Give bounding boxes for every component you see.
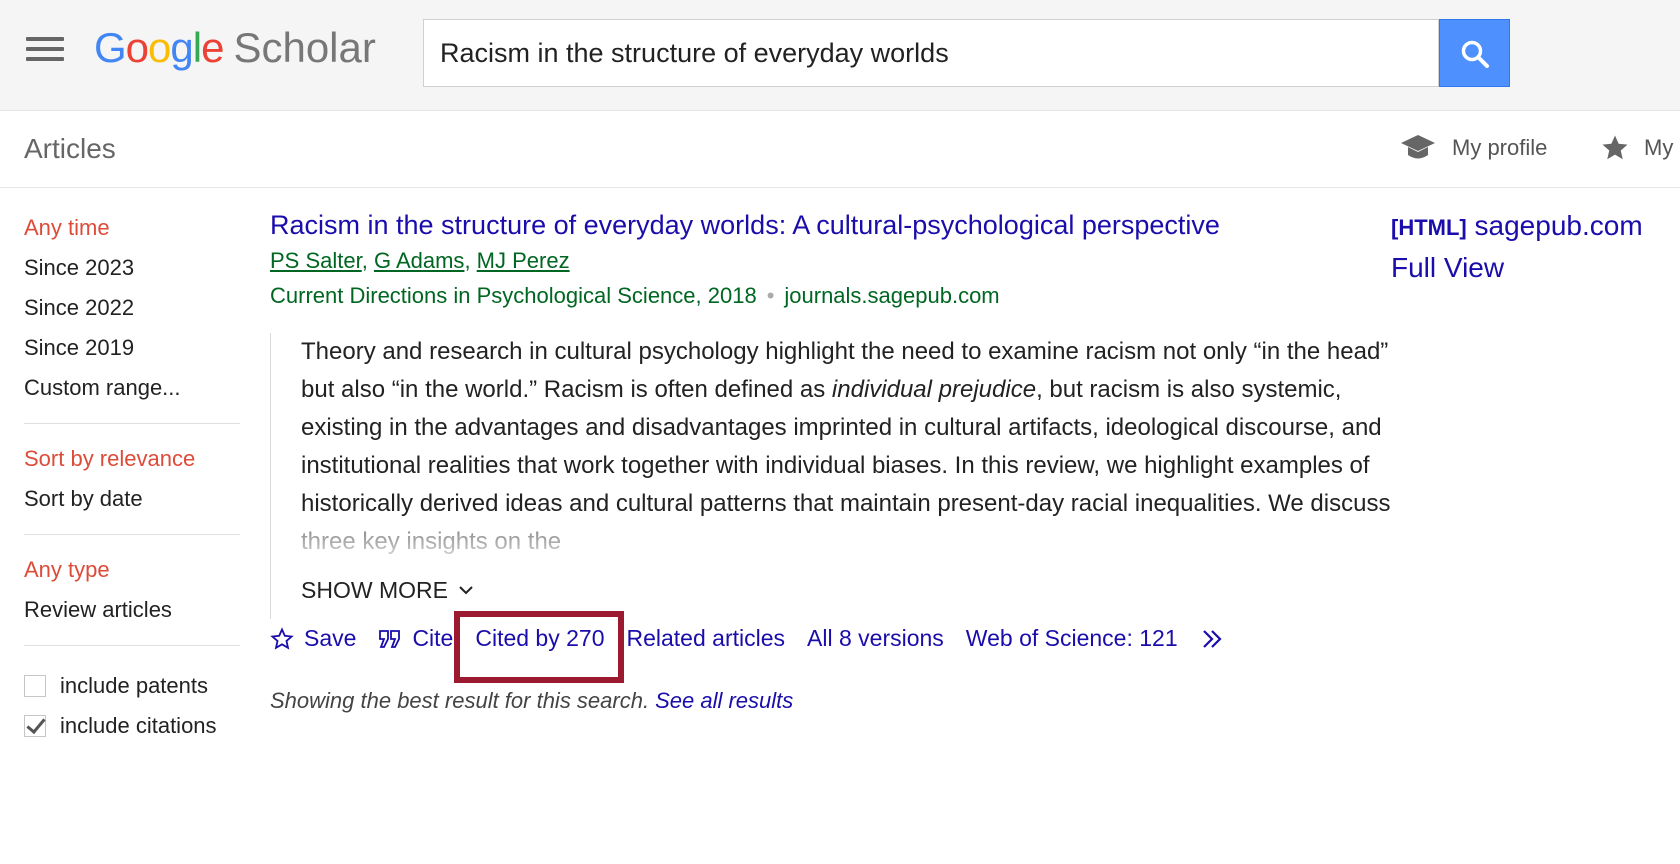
result-actions: Save Cite Cited by 270 Related articles … <box>270 611 1410 683</box>
best-result-text: Showing the best result for this search. <box>270 688 650 713</box>
related-articles-link[interactable]: Related articles <box>626 625 785 652</box>
header: Google Scholar Racism in the structure of… <box>0 0 1680 111</box>
filter-since-2023[interactable]: Since 2023 <box>24 253 240 293</box>
result-source: Current Directions in Psychological Scie… <box>270 283 1410 309</box>
save-label: Save <box>304 625 357 651</box>
divider <box>24 534 240 535</box>
include-citations-label: include citations <box>60 713 217 738</box>
abstract-emphasis: individual prejudice <box>831 376 1037 403</box>
include-citations-checkbox[interactable] <box>24 715 46 737</box>
search-input[interactable]: Racism in the structure of everyday worl… <box>423 19 1439 87</box>
best-result-note: Showing the best result for this search.… <box>270 688 1410 714</box>
filters-sidebar: Any time Since 2023 Since 2022 Since 201… <box>24 213 240 746</box>
more-actions-button[interactable] <box>1200 628 1238 650</box>
all-versions-link[interactable]: All 8 versions <box>807 625 944 652</box>
quote-icon <box>379 629 401 648</box>
my-library-link[interactable]: My <box>1600 131 1673 165</box>
show-more-button[interactable]: SHOW MORE <box>301 561 474 619</box>
graduation-cap-icon <box>1401 135 1435 159</box>
star-icon <box>1602 135 1628 160</box>
search-result: Racism in the structure of everyday worl… <box>270 210 1413 714</box>
chevron-down-icon <box>459 586 473 595</box>
result-title-link[interactable]: Racism in the structure of everyday worl… <box>270 210 1220 241</box>
separator-dot: • <box>766 283 775 308</box>
menu-icon[interactable] <box>26 37 64 67</box>
show-more-label: SHOW MORE <box>301 577 448 603</box>
include-patents-toggle[interactable]: include patents <box>24 666 240 706</box>
cite-button[interactable]: Cite <box>378 625 453 652</box>
search-icon <box>1461 40 1489 68</box>
filter-since-2022[interactable]: Since 2022 <box>24 293 240 333</box>
include-patents-label: include patents <box>60 673 208 698</box>
google-scholar-logo[interactable]: Google Scholar <box>94 24 376 72</box>
author-link[interactable]: MJ Perez <box>477 248 570 273</box>
sub-header-bar: Articles My profile My <box>0 111 1680 188</box>
include-patents-checkbox[interactable] <box>24 675 46 697</box>
filter-custom-range[interactable]: Custom range... <box>24 373 240 413</box>
highlight-box <box>454 611 625 683</box>
full-view-link[interactable]: Full View <box>1391 252 1680 284</box>
html-source-link[interactable]: [HTML] sagepub.com <box>1391 210 1680 242</box>
source-site: sagepub.com <box>1474 210 1643 241</box>
abstract-panel: Theory and research in cultural psycholo… <box>270 333 1413 619</box>
my-profile-link[interactable]: My profile <box>1400 131 1547 165</box>
result-venue: Current Directions in Psychological Scie… <box>270 283 757 308</box>
author-link[interactable]: G Adams <box>374 248 464 273</box>
abstract-text: Theory and research in cultural psycholo… <box>301 333 1413 561</box>
html-tag: [HTML] <box>1391 215 1467 240</box>
result-authors: PS Salter, G Adams, MJ Perez <box>270 248 570 273</box>
my-library-label: My <box>1644 135 1674 160</box>
author-link[interactable]: PS Salter <box>270 248 362 273</box>
see-all-results-link[interactable]: See all results <box>655 688 793 713</box>
filter-since-2019[interactable]: Since 2019 <box>24 333 240 373</box>
sort-by-relevance[interactable]: Sort by relevance <box>24 444 240 484</box>
divider <box>24 423 240 424</box>
full-text-links: [HTML] sagepub.com Full View <box>1391 210 1680 284</box>
save-button[interactable]: Save <box>270 625 356 652</box>
filter-any-type[interactable]: Any type <box>24 555 240 595</box>
cited-by-wrapper: Cited by 270 <box>454 611 625 683</box>
web-of-science-link[interactable]: Web of Science: 121 <box>966 625 1178 652</box>
cite-label: Cite <box>412 625 454 651</box>
filter-review-articles[interactable]: Review articles <box>24 595 240 635</box>
double-chevron-right-icon <box>1202 629 1222 648</box>
divider <box>24 645 240 646</box>
my-profile-label: My profile <box>1452 135 1548 160</box>
filter-any-time[interactable]: Any time <box>24 213 240 253</box>
include-citations-toggle[interactable]: include citations <box>24 706 240 746</box>
search-button[interactable] <box>1439 19 1510 87</box>
sort-by-date[interactable]: Sort by date <box>24 484 240 524</box>
result-domain: journals.sagepub.com <box>784 283 1000 308</box>
star-outline-icon <box>270 626 294 650</box>
articles-label: Articles <box>24 133 116 164</box>
